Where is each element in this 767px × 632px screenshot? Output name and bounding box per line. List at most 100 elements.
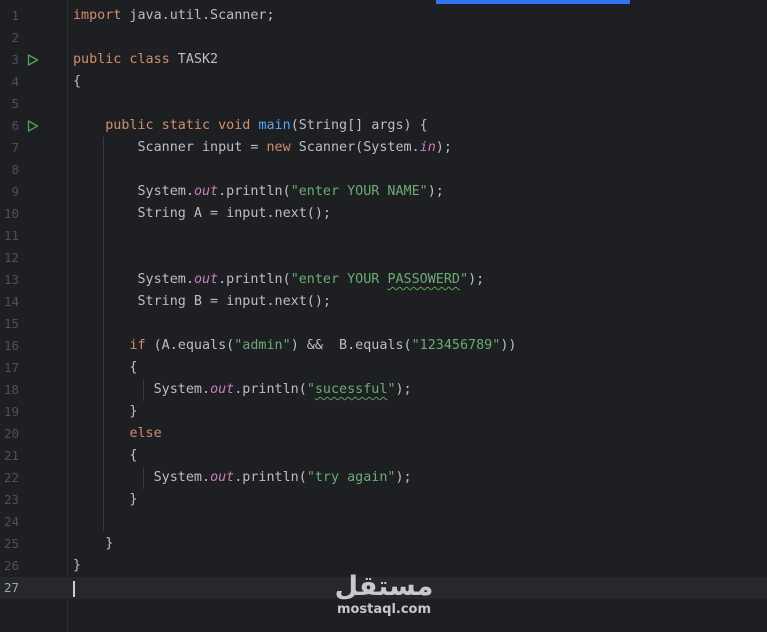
code-line[interactable]: 3 public class TASK2 xyxy=(0,49,767,71)
code-line[interactable]: 18 System.out.println("sucessful"); xyxy=(0,379,767,401)
code-token: TASK2 xyxy=(169,52,219,67)
code-line[interactable]: 20 else xyxy=(0,423,767,445)
field-token: out xyxy=(193,272,219,287)
code-token: } xyxy=(73,536,114,551)
line-code: { xyxy=(73,71,81,93)
code-line[interactable]: 8 xyxy=(0,159,767,181)
mostaql-watermark: مستقل mostaql.com xyxy=(330,572,438,618)
line-code: { xyxy=(73,357,138,379)
line-code: } xyxy=(73,401,137,423)
code-line[interactable]: 13 System.out.println("enter YOUR PASSOW… xyxy=(0,269,767,291)
code-line[interactable]: 14 String B = input.next(); xyxy=(0,291,767,313)
string-token: "enter YOUR xyxy=(290,272,388,287)
code-line[interactable]: 5 xyxy=(0,93,767,115)
code-token: String A = input.next(); xyxy=(73,206,331,221)
line-number: 16 xyxy=(3,338,19,353)
line-number: 19 xyxy=(3,404,19,419)
line-number: 3 xyxy=(11,52,19,67)
code-token: .println( xyxy=(218,184,291,199)
code-token: (String[] args) { xyxy=(290,118,428,133)
code-token: .println( xyxy=(234,470,307,485)
run-icon[interactable] xyxy=(27,54,39,66)
line-number: 25 xyxy=(3,536,19,551)
keyword-token: if xyxy=(129,338,146,353)
line-number: 9 xyxy=(11,184,19,199)
code-line[interactable]: 10 String A = input.next(); xyxy=(0,203,767,225)
code-token: } xyxy=(73,492,138,507)
line-number: 10 xyxy=(3,206,19,221)
code-line[interactable]: 22 System.out.println("try again"); xyxy=(0,467,767,489)
code-token: System. xyxy=(73,184,194,199)
code-line[interactable]: 1 import java.util.Scanner; xyxy=(0,5,767,27)
line-number: 1 xyxy=(11,8,19,23)
text-caret xyxy=(73,581,75,597)
string-token: "enter YOUR NAME" xyxy=(290,184,428,199)
code-line[interactable]: 25 } xyxy=(0,533,767,555)
line-number: 4 xyxy=(11,74,19,89)
code-line[interactable]: 2 xyxy=(0,27,767,49)
line-code: public class TASK2 xyxy=(73,49,218,71)
line-number: 15 xyxy=(3,316,19,331)
code-line[interactable]: 16 if (A.equals("admin") && B.equals("12… xyxy=(0,335,767,357)
keyword-token: new xyxy=(266,140,291,155)
string-token: " xyxy=(387,382,396,397)
line-number: 23 xyxy=(3,492,19,507)
line-code: } xyxy=(73,533,113,555)
keyword-token: else xyxy=(129,426,162,441)
active-tab-indicator xyxy=(436,0,630,4)
field-token: out xyxy=(193,184,219,199)
code-token: java.util.Scanner; xyxy=(121,8,275,23)
code-line[interactable]: 15 xyxy=(0,313,767,335)
typo-string-token: sucessful xyxy=(314,382,388,397)
code-token: .println( xyxy=(234,382,307,397)
code-line[interactable]: 9 System.out.println("enter YOUR NAME"); xyxy=(0,181,767,203)
line-code: System.out.println("enter YOUR NAME"); xyxy=(73,181,444,203)
code-line[interactable]: 4{ xyxy=(0,71,767,93)
code-line[interactable]: 24 xyxy=(0,511,767,533)
code-token: ) && B.equals( xyxy=(290,338,412,353)
line-number: 24 xyxy=(3,514,19,529)
field-token: out xyxy=(210,470,235,485)
line-number: 2 xyxy=(11,30,19,45)
line-number: 18 xyxy=(3,382,19,397)
code-line[interactable]: 19 } xyxy=(0,401,767,423)
code-lines[interactable]: 1 import java.util.Scanner; 2 3 public class… xyxy=(0,5,767,599)
string-token: " xyxy=(460,272,469,287)
line-number: 6 xyxy=(11,118,19,133)
code-line[interactable]: 23 } xyxy=(0,489,767,511)
line-number: 12 xyxy=(3,250,19,265)
code-token: Scanner(System. xyxy=(290,140,420,155)
line-number: 13 xyxy=(3,272,19,287)
code-token: { xyxy=(73,360,138,375)
watermark-arabic: مستقل xyxy=(334,571,434,602)
line-number: 20 xyxy=(3,426,19,441)
line-number: 7 xyxy=(11,140,19,155)
code-line[interactable]: 21 { xyxy=(0,445,767,467)
line-code: else xyxy=(73,423,162,445)
keyword-token: public class xyxy=(73,52,170,67)
line-code: System.out.println("enter YOUR PASSOWERD… xyxy=(73,269,484,291)
code-editor[interactable]: 1 import java.util.Scanner; 2 3 public class… xyxy=(0,0,767,632)
code-line[interactable]: 12 xyxy=(0,247,767,269)
line-code: } xyxy=(73,555,81,577)
run-icon[interactable] xyxy=(27,120,39,132)
string-token: " xyxy=(306,382,315,397)
code-token: Scanner input = xyxy=(73,140,267,155)
line-code: System.out.println("try again"); xyxy=(73,467,412,489)
line-number: 22 xyxy=(3,470,19,485)
line-number: 21 xyxy=(3,448,19,463)
code-line[interactable]: 7 Scanner input = new Scanner(System.in)… xyxy=(0,137,767,159)
code-line[interactable]: 11 xyxy=(0,225,767,247)
method-token: main xyxy=(258,118,291,133)
keyword-token: public static void xyxy=(105,118,251,133)
code-token: )) xyxy=(500,338,517,353)
code-token: ); xyxy=(427,184,444,199)
code-token: String B = input.next(); xyxy=(73,294,331,309)
keyword-token: import xyxy=(73,8,122,23)
code-token: .println( xyxy=(218,272,291,287)
code-line[interactable]: 6 public static void main(String[] args)… xyxy=(0,115,767,137)
watermark-latin: mostaql.com xyxy=(336,602,432,617)
code-line[interactable]: 17 { xyxy=(0,357,767,379)
